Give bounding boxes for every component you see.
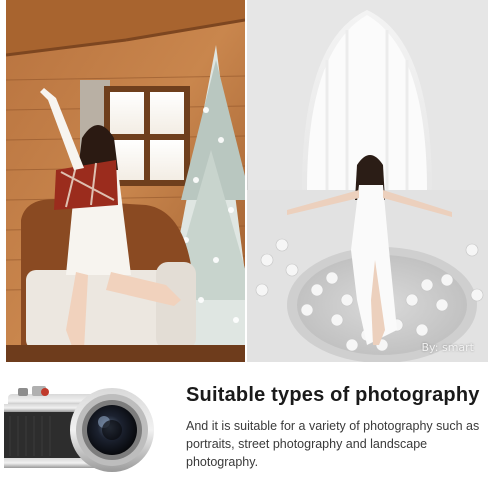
feature-description: And it is suitable for a variety of phot… <box>186 419 480 469</box>
cabin-portrait-photo <box>6 0 245 362</box>
photo-credit: By: smart <box>421 341 474 354</box>
camera-image <box>0 372 170 480</box>
studio-portrait-photo: By: smart <box>247 0 488 362</box>
feature-title: Suitable types of photography <box>186 384 480 406</box>
sample-photos: By: smart <box>0 0 488 362</box>
feature-section: Suitable types of photography And it is … <box>0 362 488 481</box>
